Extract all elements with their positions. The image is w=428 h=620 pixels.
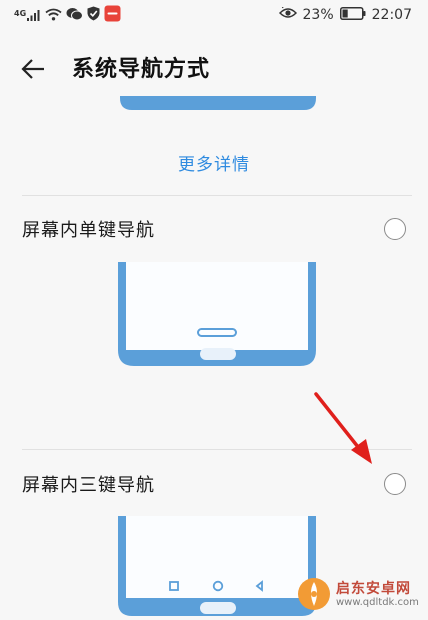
annotation-arrow-icon bbox=[310, 390, 380, 474]
eye-comfort-icon bbox=[278, 5, 297, 23]
battery-percent: 23% bbox=[302, 7, 334, 23]
wechat-icon bbox=[66, 6, 84, 25]
option-single-key-navigation[interactable]: 屏幕内单键导航 bbox=[0, 209, 428, 253]
radio-three-key-navigation[interactable] bbox=[384, 473, 406, 495]
battery-icon bbox=[339, 6, 366, 24]
option-label: 屏幕内单键导航 bbox=[22, 220, 155, 241]
option-label: 屏幕内三键导航 bbox=[22, 475, 155, 496]
radio-single-key-navigation[interactable] bbox=[384, 218, 406, 240]
watermark-url: www.qdltdk.com bbox=[336, 597, 419, 608]
more-details-link[interactable]: 更多详情 bbox=[0, 150, 428, 175]
status-right: 23% 22:07 bbox=[278, 5, 412, 24]
wifi-icon bbox=[45, 6, 62, 25]
back-button[interactable] bbox=[18, 54, 52, 86]
app-notification-icon bbox=[104, 5, 121, 26]
shield-icon bbox=[87, 6, 100, 25]
status-time: 22:07 bbox=[371, 7, 412, 23]
gesture-navigation-illustration bbox=[120, 96, 320, 120]
back-arrow-icon bbox=[18, 59, 48, 88]
status-left: 4G bbox=[14, 5, 121, 26]
divider bbox=[22, 195, 412, 196]
status-bar: 4G 23% 22:07 bbox=[0, 0, 428, 30]
watermark-name: 启东安卓网 bbox=[336, 581, 411, 597]
watermark: 启东安卓网 www.qdltdk.com bbox=[284, 572, 428, 616]
page-title: 系统导航方式 bbox=[72, 57, 211, 82]
single-key-phone-illustration bbox=[118, 262, 318, 374]
network-type: 4G bbox=[14, 9, 27, 18]
header: 系统导航方式 bbox=[0, 44, 428, 96]
signal-icon: 4G bbox=[14, 9, 41, 21]
